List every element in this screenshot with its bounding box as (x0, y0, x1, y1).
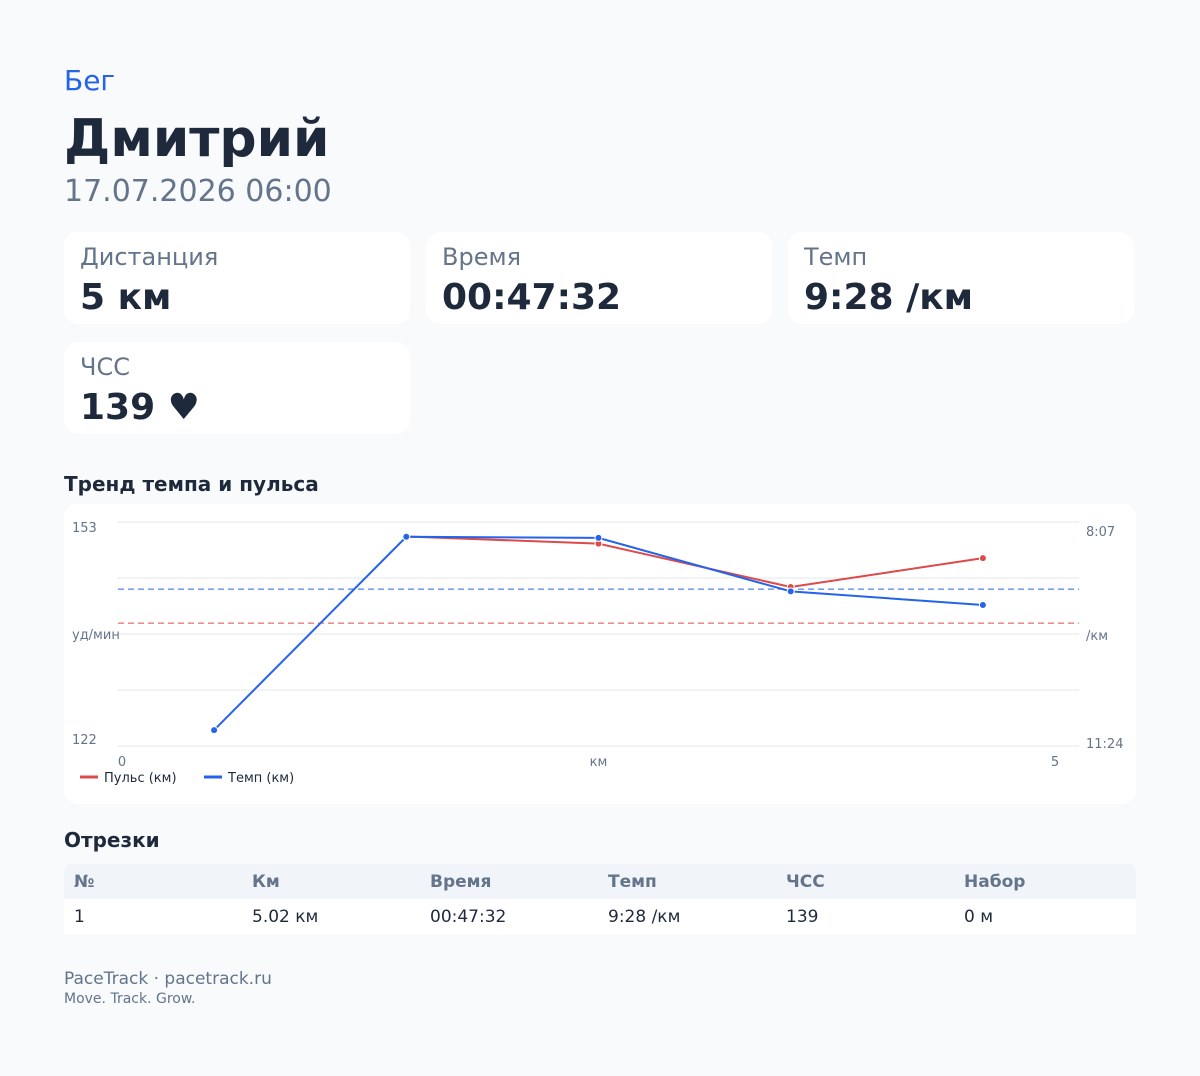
athlete-name: Дмитрий (64, 109, 330, 169)
column-header: Км (242, 864, 420, 899)
pace-point (210, 726, 219, 735)
table-row: 1 5.02 км 00:47:32 9:28 /км 139 0 м (64, 899, 1136, 934)
legend-label: Темп (км) (227, 771, 294, 786)
table-cell: 139 (776, 899, 954, 934)
stat-label: ЧСС (80, 353, 130, 381)
stat-label: Время (442, 243, 522, 271)
table-cell: 00:47:32 (420, 899, 598, 934)
column-header: ЧСС (776, 864, 954, 899)
x-tick-label: 5 (1051, 755, 1059, 770)
y2-tick-label: 11:24 (1086, 737, 1123, 752)
heart-rate-line (406, 535, 984, 589)
y-tick-label: 153 (72, 521, 97, 536)
heart-rate-point (978, 554, 987, 563)
stat-value: 139 ♥ (80, 387, 200, 428)
table-cell: 1 (64, 899, 242, 934)
table-cell: 0 м (954, 899, 1136, 934)
table-header-row: № Км Время Темп ЧСС Набор (64, 864, 1136, 899)
trend-chart: 153 122 уд/мин 8:07 11:24/км 0 5 км Пульс (км) Те… (72, 521, 1123, 786)
trend-chart-panel: 153 122 уд/мин 8:07 11:24/км 0 5 км Пульс (км) Те… (64, 504, 1136, 804)
table-cell: 5.02 км (242, 899, 420, 934)
table-cell: 9:28 /км (598, 899, 776, 934)
stat-value: 9:28 /км (804, 277, 974, 318)
column-header: Время (420, 864, 598, 899)
stat-label: Дистанция (80, 243, 219, 271)
segments-table: № Км Время Темп ЧСС Набор 1 5.02 км 00:4… (64, 864, 1136, 934)
column-header: Темп (598, 864, 776, 899)
stat-value: 00:47:32 (442, 277, 622, 318)
column-header: Набор (954, 864, 1136, 899)
y-tick-label: 122 (72, 733, 97, 748)
pace-point (402, 532, 411, 541)
x-axis-label: км (590, 755, 608, 770)
stat-value: 5 км (80, 277, 172, 318)
pace-line (213, 535, 983, 731)
pace-point (978, 601, 987, 610)
stat-label: Темп (804, 243, 868, 271)
footer-tagline: Move. Track. Grow. (64, 991, 196, 1007)
segments-title: Отрезки (64, 828, 160, 852)
y-axis-label: уд/мин (72, 628, 120, 643)
activity-type: Бег (64, 64, 116, 97)
stat-card-distance: Дистанция 5 км (64, 232, 410, 324)
chart-title: Тренд темпа и пульса (64, 472, 319, 496)
stat-card-heart-rate: ЧСС 139 ♥ (64, 342, 410, 434)
pace-point (594, 533, 603, 542)
y2-axis-label: /км (1086, 629, 1108, 644)
footer-brand: PaceTrack · pacetrack.ru (64, 969, 272, 989)
column-header: № (64, 864, 242, 899)
y2-tick-label: 8:07 (1086, 525, 1115, 540)
x-tick-label: 0 (118, 755, 126, 770)
legend-label: Пульс (км) (104, 771, 177, 786)
activity-datetime: 17.07.2026 06:00 (64, 174, 332, 209)
stat-card-time: Время 00:47:32 (426, 232, 772, 324)
stat-card-pace: Темп 9:28 /км (788, 232, 1134, 324)
pace-point (786, 587, 795, 596)
